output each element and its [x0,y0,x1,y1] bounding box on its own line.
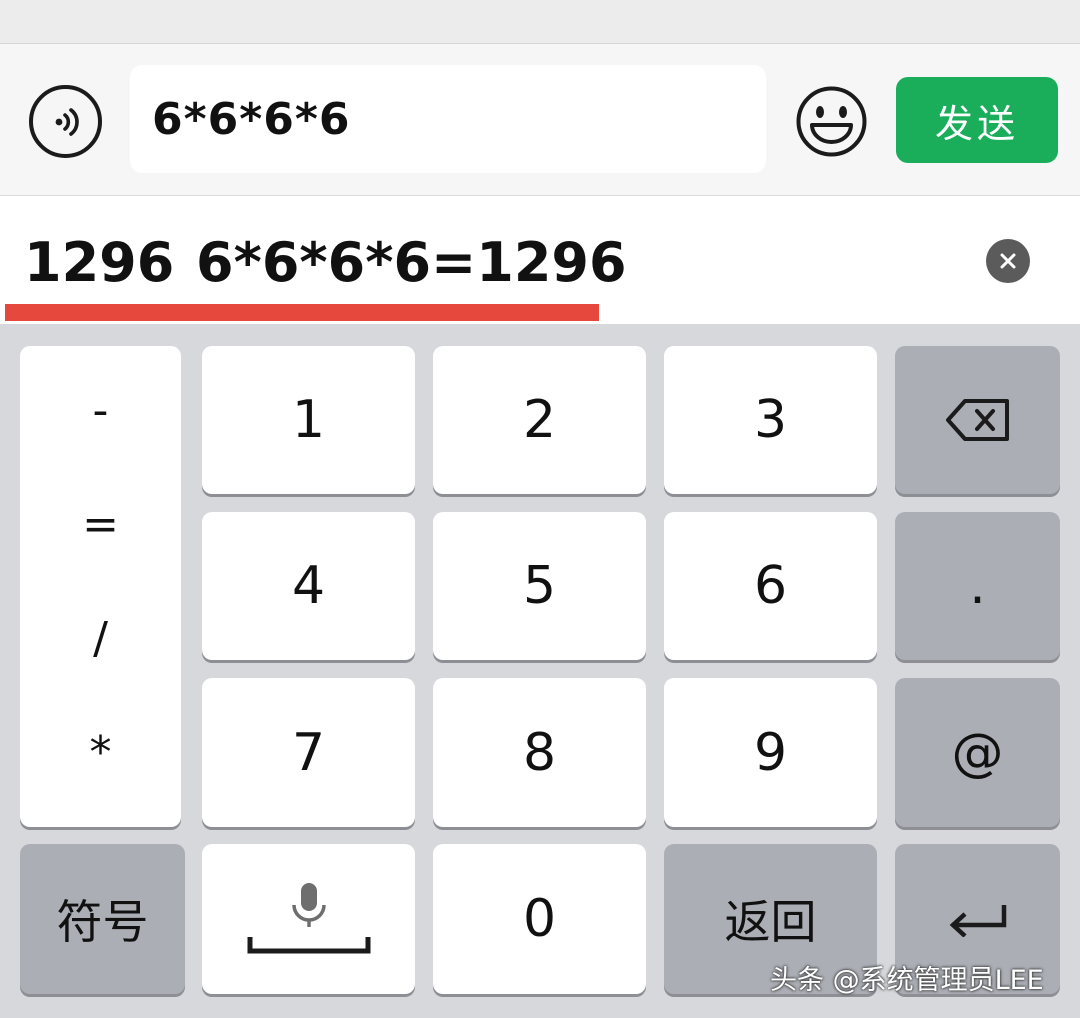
smiley-emoji-icon [796,86,867,157]
symbol-column-key[interactable]: - = / * [20,346,181,827]
key-8[interactable]: 8 [433,678,646,827]
key-0[interactable]: 0 [433,844,646,994]
at-key[interactable]: @ [895,678,1060,827]
clear-x-icon [1000,253,1016,269]
message-input-value: 6*6*6*6 [152,93,351,145]
key-slash[interactable]: / [93,613,108,664]
voice-input-icon [55,107,79,136]
key-5-label: 5 [522,556,557,616]
key-2-label: 2 [522,390,557,450]
candidate-bar: 1296 6*6*6*6=1296 [0,196,1080,324]
return-key-label: 返回 [724,895,817,949]
backspace-key[interactable] [895,346,1060,494]
key-4-label: 4 [291,556,326,616]
voice-input-button[interactable] [29,85,102,158]
candidate-result[interactable]: 1296 [24,228,174,298]
key-6[interactable]: 6 [664,512,877,660]
key-6-label: 6 [753,556,788,616]
status-strip [0,0,1080,44]
symbols-toggle-key[interactable]: 符号 [20,844,185,994]
emoji-button[interactable] [795,85,868,158]
key-4[interactable]: 4 [202,512,415,660]
key-1-label: 1 [291,390,326,450]
mic-space-key[interactable] [202,844,415,994]
key-3-label: 3 [753,390,788,450]
candidate-result-text: 1296 [24,231,175,294]
clear-candidates-button[interactable] [986,239,1030,283]
microphone-space-icon [247,883,370,954]
dot-key[interactable]: . [895,512,1060,660]
watermark: 头条 @系统管理员LEE [770,965,1044,996]
send-button[interactable]: 发送 [896,77,1058,163]
candidate-expression[interactable]: 6*6*6*6=1296 [196,228,627,298]
key-5[interactable]: 5 [433,512,646,660]
key-minus[interactable]: - [93,385,109,436]
candidate-underline [5,304,599,321]
key-0-label: 0 [522,889,557,949]
dot-key-label: . [969,556,986,616]
symbols-toggle-label: 符号 [56,895,149,949]
key-2[interactable]: 2 [433,346,646,494]
key-7-label: 7 [291,722,326,783]
key-1[interactable]: 1 [202,346,415,494]
key-7[interactable]: 7 [202,678,415,827]
key-8-label: 8 [522,722,557,783]
key-3[interactable]: 3 [664,346,877,494]
key-9[interactable]: 9 [664,678,877,827]
enter-return-icon [949,905,1006,937]
key-equals[interactable]: = [82,499,119,550]
candidate-expression-text: 6*6*6*6=1296 [196,231,627,294]
key-asterisk[interactable]: * [90,727,112,778]
message-input[interactable]: 6*6*6*6 [130,65,766,173]
at-key-label: @ [951,722,1004,783]
chat-input-bar: 6*6*6*6 发送 [0,44,1080,196]
backspace-icon [945,399,1009,441]
send-button-label: 发送 [934,101,1019,146]
key-9-label: 9 [753,722,788,783]
numeric-keyboard: - = / * 1 2 3 4 5 6 . 7 8 9 @ 符号 0 返回 [0,324,1080,1018]
